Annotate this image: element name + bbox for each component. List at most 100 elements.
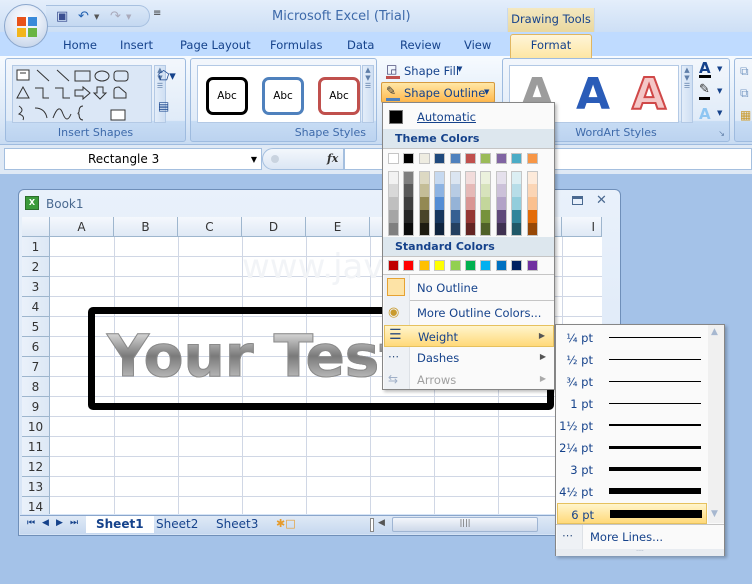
wordart-gallery-scrollbar[interactable]: ▲ ▼ ☰ <box>681 65 693 123</box>
menu-item-no-outline[interactable]: No Outline <box>384 277 554 299</box>
sheet-tab-2[interactable]: Sheet2 <box>146 516 208 533</box>
theme-color-swatch[interactable] <box>434 153 446 164</box>
theme-shade-swatch[interactable] <box>480 210 492 223</box>
row-header[interactable]: 12 <box>22 457 50 477</box>
insert-function-button[interactable]: fx <box>327 152 338 165</box>
theme-shade-swatch[interactable] <box>495 210 507 223</box>
standard-color-swatch[interactable] <box>403 260 415 271</box>
shape-style-red[interactable]: Abc <box>318 77 360 115</box>
send-to-back-icon[interactable]: ⧉ <box>740 86 749 101</box>
theme-shade-swatch[interactable] <box>465 210 476 223</box>
row-header[interactable]: 1 <box>22 237 50 257</box>
theme-shade-swatch[interactable] <box>526 223 538 236</box>
next-sheet-icon[interactable]: ▶ <box>56 518 63 528</box>
office-button[interactable] <box>4 4 48 48</box>
theme-shade-swatch[interactable] <box>480 171 492 184</box>
standard-color-swatch[interactable] <box>388 260 399 271</box>
weight-option[interactable]: 1½ pt <box>557 415 707 436</box>
theme-shade-swatch[interactable] <box>418 223 430 236</box>
theme-shade-swatch[interactable] <box>434 184 446 197</box>
more-lines-item[interactable]: ⋯ More Lines... <box>557 525 724 549</box>
last-sheet-icon[interactable]: ⏭ <box>70 518 78 528</box>
theme-shade-swatch[interactable] <box>480 197 492 210</box>
theme-shade-swatch[interactable] <box>434 210 446 223</box>
column-header[interactable]: C <box>178 217 242 237</box>
theme-shade-swatch[interactable] <box>403 210 415 223</box>
text-effects-icon[interactable]: A <box>699 105 711 123</box>
standard-color-swatch[interactable] <box>418 260 430 271</box>
theme-shade-swatch[interactable] <box>388 184 399 197</box>
selection-pane-icon[interactable]: ▦ <box>740 108 751 122</box>
theme-shade-swatch[interactable] <box>418 197 430 210</box>
theme-shade-swatch[interactable] <box>480 223 492 236</box>
chevron-down-icon[interactable]: ▼ <box>251 155 257 164</box>
row-header[interactable]: 2 <box>22 257 50 277</box>
shapes-gallery[interactable] <box>12 65 152 123</box>
undo-icon[interactable]: ↶ <box>78 9 89 24</box>
theme-color-swatch[interactable] <box>449 153 461 164</box>
row-header[interactable]: 7 <box>22 357 50 377</box>
standard-color-swatch[interactable] <box>465 260 476 271</box>
theme-shade-swatch[interactable] <box>449 197 461 210</box>
theme-shade-swatch[interactable] <box>511 171 523 184</box>
theme-shade-swatch[interactable] <box>449 171 461 184</box>
theme-shade-swatch[interactable] <box>403 184 415 197</box>
theme-color-swatch[interactable] <box>526 153 538 164</box>
standard-color-swatch[interactable] <box>480 260 492 271</box>
text-outline-icon[interactable]: ✎ <box>699 83 710 100</box>
theme-shade-swatch[interactable] <box>465 171 476 184</box>
wordart-style-blue[interactable]: A <box>576 69 610 120</box>
row-header[interactable]: 14 <box>22 497 50 514</box>
menu-item-weight[interactable]: ☰ Weight ▶ <box>384 325 554 347</box>
scroll-left-icon[interactable]: ◀ <box>378 518 385 528</box>
theme-shade-swatch[interactable] <box>526 184 538 197</box>
weight-option[interactable]: 6 pt <box>557 503 707 524</box>
theme-shade-swatch[interactable] <box>526 210 538 223</box>
menu-item-more-outline-colors[interactable]: ◉ More Outline Colors... <box>384 302 554 324</box>
scroll-up-icon[interactable]: ▲ <box>711 327 718 337</box>
theme-color-swatch[interactable] <box>418 153 430 164</box>
theme-color-swatch[interactable] <box>465 153 476 164</box>
chevron-down-icon[interactable]: ▼ <box>717 109 722 117</box>
save-icon[interactable]: ▣ <box>56 9 68 24</box>
restore-icon[interactable] <box>572 196 583 205</box>
wordart-text[interactable]: Your Test <box>106 322 407 391</box>
theme-shade-swatch[interactable] <box>418 171 430 184</box>
wordart-style-red[interactable]: A <box>631 68 667 121</box>
theme-shade-swatch[interactable] <box>449 184 461 197</box>
weight-option[interactable]: 2¼ pt <box>557 437 707 458</box>
scroll-down-icon[interactable]: ▼ <box>711 509 718 519</box>
theme-shade-swatch[interactable] <box>465 197 476 210</box>
theme-shade-swatch[interactable] <box>526 171 538 184</box>
tab-format[interactable]: Format <box>510 34 592 58</box>
close-icon[interactable]: ✕ <box>596 193 607 208</box>
sheet-tab-3[interactable]: Sheet3 <box>206 516 268 533</box>
dialog-launcher-icon[interactable]: ↘ <box>718 129 725 138</box>
chevron-down-icon[interactable]: ▼ <box>717 87 722 95</box>
weight-option[interactable]: ¾ pt <box>557 371 707 392</box>
row-header[interactable]: 11 <box>22 437 50 457</box>
weight-option[interactable]: 3 pt <box>557 459 707 480</box>
column-header[interactable]: B <box>114 217 178 237</box>
weight-option[interactable]: 1 pt <box>557 393 707 414</box>
theme-shade-swatch[interactable] <box>511 197 523 210</box>
weight-option[interactable]: ½ pt <box>557 349 707 370</box>
insert-sheet-icon[interactable]: ✱□ <box>276 517 296 530</box>
column-header[interactable]: A <box>50 217 114 237</box>
menu-item-dashes[interactable]: ⋯ Dashes ▶ <box>384 347 554 369</box>
tab-page-layout[interactable]: Page Layout <box>180 38 251 52</box>
standard-color-swatch[interactable] <box>511 260 523 271</box>
tab-split-handle[interactable] <box>370 518 374 532</box>
weight-option[interactable]: 4½ pt <box>557 481 707 502</box>
shape-style-blue[interactable]: Abc <box>262 77 304 115</box>
sheet-tab-1[interactable]: Sheet1 <box>86 516 154 533</box>
tab-formulas[interactable]: Formulas <box>270 38 323 52</box>
row-header[interactable]: 4 <box>22 297 50 317</box>
theme-shade-swatch[interactable] <box>418 210 430 223</box>
shape-outline-button[interactable]: ✎ Shape Outline ▼ <box>381 82 495 103</box>
theme-color-swatch[interactable] <box>480 153 492 164</box>
row-header[interactable]: 9 <box>22 397 50 417</box>
tab-home[interactable]: Home <box>63 38 97 52</box>
theme-shade-swatch[interactable] <box>511 223 523 236</box>
theme-shade-swatch[interactable] <box>480 184 492 197</box>
